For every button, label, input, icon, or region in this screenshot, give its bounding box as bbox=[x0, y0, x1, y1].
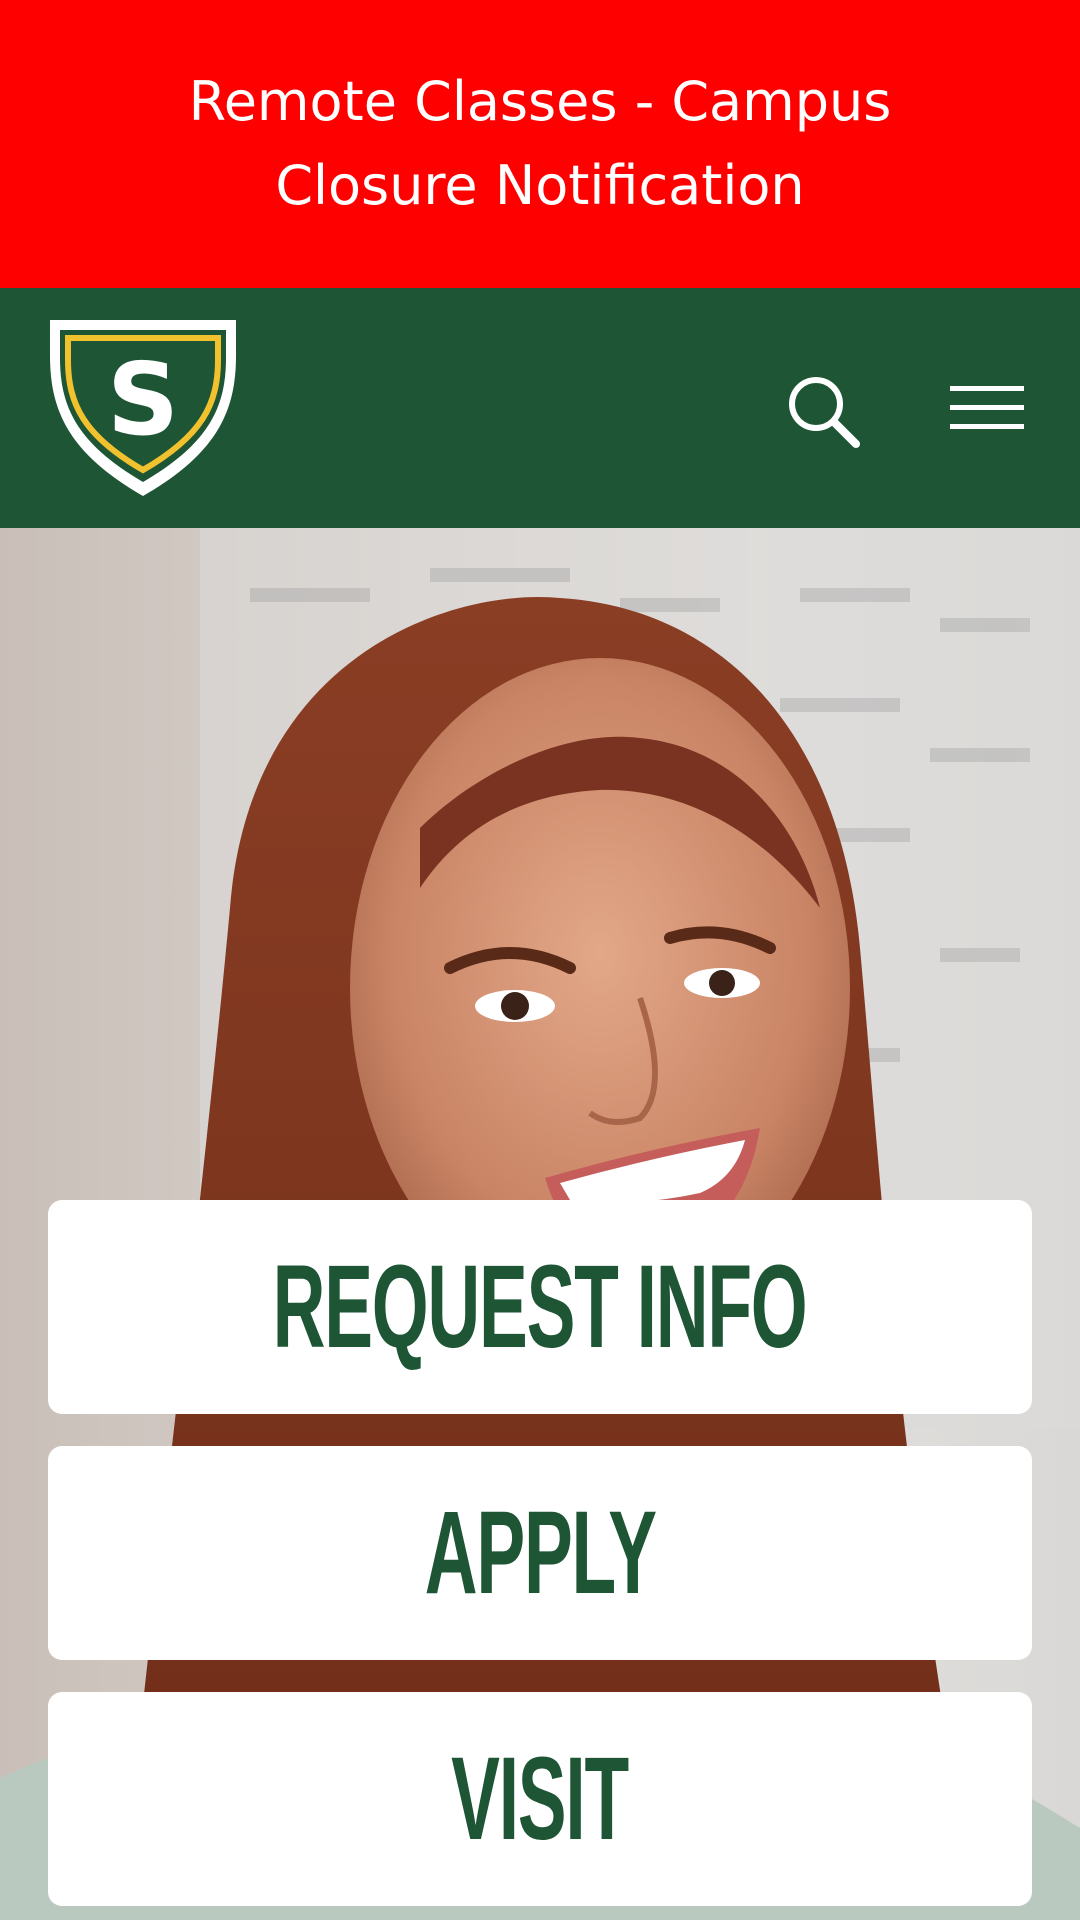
visit-label: VISIT bbox=[451, 1733, 630, 1865]
visit-button[interactable]: VISIT bbox=[48, 1692, 1032, 1906]
alert-banner-text[interactable]: Remote Classes - Campus Closure Notifica… bbox=[130, 60, 950, 228]
apply-button[interactable]: APPLY bbox=[48, 1446, 1032, 1660]
hamburger-menu-icon[interactable] bbox=[950, 384, 1024, 432]
request-info-button[interactable]: REQUEST INFO bbox=[48, 1200, 1032, 1414]
request-info-label: REQUEST INFO bbox=[273, 1241, 808, 1373]
apply-label: APPLY bbox=[424, 1487, 656, 1619]
logo-letter: S bbox=[107, 341, 179, 458]
site-header: S bbox=[0, 288, 1080, 528]
shield-logo-icon[interactable]: S bbox=[46, 316, 240, 500]
search-icon[interactable] bbox=[784, 372, 864, 452]
alert-banner[interactable]: Remote Classes - Campus Closure Notifica… bbox=[0, 0, 1080, 288]
